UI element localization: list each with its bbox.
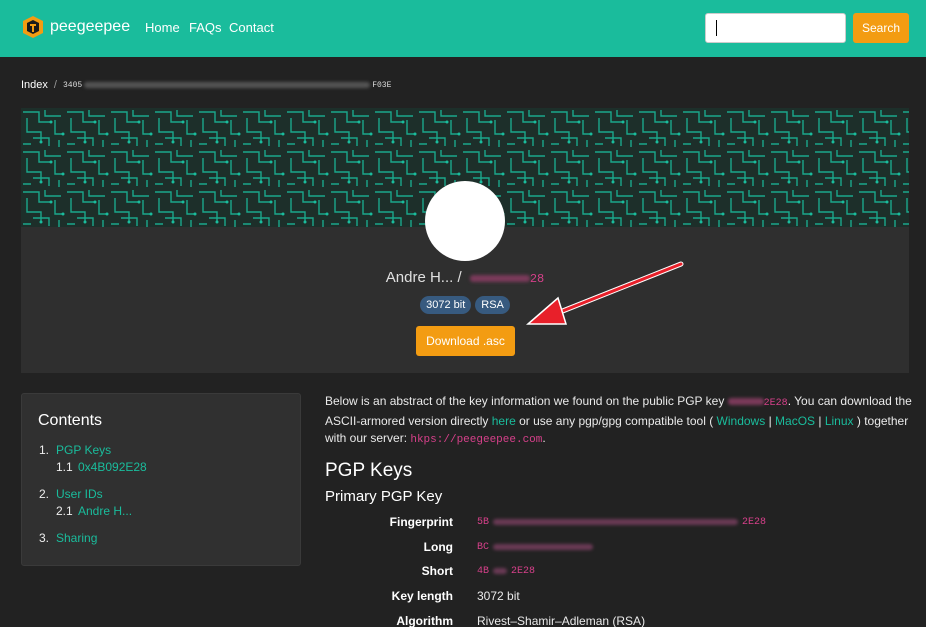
nav-faqs-link[interactable]: FAQs: [189, 20, 222, 35]
key-info-row: Short 4B 2E28: [325, 564, 925, 578]
toc-link-sharing[interactable]: Sharing: [56, 531, 97, 545]
nav-home-link[interactable]: Home: [145, 20, 180, 35]
redacted-text: [493, 519, 739, 525]
fingerprint-end: 2E28: [742, 516, 767, 528]
breadcrumb-current-id: 3405 F03E: [63, 81, 391, 90]
toc-number: 2.1: [56, 503, 73, 518]
short-id-start: 4B: [477, 565, 490, 577]
key-info-row: Key length 3072 bit: [325, 589, 925, 603]
toc-item: 2. User IDs: [39, 485, 147, 502]
key-info-row: Long BC: [325, 540, 925, 554]
short-id-value: 4B 2E28: [477, 566, 535, 577]
key-badges: 3072 bit RSA: [21, 296, 909, 314]
redacted-text: [493, 568, 508, 574]
intro-paragraph: Below is an abstract of the key informat…: [325, 393, 915, 450]
link-separator: |: [765, 413, 776, 428]
toc-list: 1. PGP Keys 1.1 0x4B092E28 2. User IDs 2…: [39, 441, 147, 546]
redacted-text: [727, 398, 764, 406]
intro-text: or use any pgp/gpg compatible tool (: [515, 413, 717, 428]
linux-link[interactable]: Linux: [825, 414, 854, 428]
key-info-row: Fingerprint 5B 2E28: [325, 515, 925, 529]
download-asc-button[interactable]: Download .asc: [416, 326, 515, 356]
breadcrumb: Index / 3405 F03E: [21, 79, 391, 91]
table-of-contents: Contents 1. PGP Keys 1.1 0x4B092E28 2. U…: [21, 393, 301, 566]
nav-contact-link[interactable]: Contact: [229, 20, 274, 35]
fingerprint-value: 5B 2E28: [477, 517, 766, 528]
pgp-keys-heading: PGP Keys: [325, 460, 413, 481]
navbar: peegeepee Home FAQs Contact Search: [0, 0, 926, 57]
breadcrumb-index-link[interactable]: Index: [21, 79, 48, 91]
key-owner-name: Andre H... /: [385, 269, 462, 286]
toc-number: 3.: [39, 530, 50, 545]
fingerprint-start: 5B: [477, 516, 490, 528]
toc-link-user-name[interactable]: Andre H...: [78, 504, 132, 518]
intro-text: Below is an abstract of the key informat…: [325, 394, 728, 408]
download-here-link[interactable]: here: [492, 414, 516, 428]
intro-text: .: [542, 431, 546, 445]
key-length-value: 3072 bit: [477, 589, 520, 603]
toc-number: 1.: [39, 442, 50, 457]
long-id-value: BC: [477, 542, 597, 553]
toc-link-user-ids[interactable]: User IDs: [56, 487, 103, 501]
toc-subitem: 2.1 Andre H...: [39, 502, 147, 519]
toc-subitem: 1.1 0x4B092E28: [39, 458, 147, 475]
avatar: [425, 181, 505, 261]
server-address: hkps://peegeepee.com: [410, 434, 543, 446]
toc-item: 1. PGP Keys: [39, 441, 147, 458]
key-header-card: Andre H... / 28 3072 bit RSA Download .a…: [21, 108, 909, 373]
windows-link[interactable]: Windows: [717, 414, 766, 428]
text-caret: [716, 20, 717, 36]
toc-number: 1.1: [56, 459, 73, 474]
contents-title: Contents: [38, 412, 103, 429]
algorithm-badge: RSA: [475, 296, 510, 314]
search-input[interactable]: [705, 13, 846, 43]
key-length-label: Key length: [391, 589, 453, 603]
brand-name: peegeepee: [50, 18, 131, 35]
breadcrumb-id-end: F03E: [372, 80, 392, 90]
fingerprint-label: Fingerprint: [389, 515, 453, 529]
toc-link-key-id[interactable]: 0x4B092E28: [78, 460, 147, 474]
key-info-row: Algorithm Rivest–Shamir–Adleman (RSA): [325, 614, 925, 627]
annotation-arrow: [525, 261, 684, 325]
key-length-badge: 3072 bit: [420, 296, 472, 314]
link-separator: |: [815, 413, 825, 428]
toc-number: 2.: [39, 486, 50, 501]
short-id-end: 2E28: [511, 565, 536, 577]
toc-item: 3. Sharing: [39, 529, 147, 546]
breadcrumb-id-start: 3405: [62, 80, 83, 90]
short-id-label: Short: [421, 564, 453, 578]
toc-link-pgp-keys[interactable]: PGP Keys: [56, 443, 111, 457]
algorithm-label: Algorithm: [396, 614, 453, 627]
brand-logo-icon: [23, 16, 43, 38]
breadcrumb-separator: /: [53, 79, 57, 91]
intro-key-id: 2E28: [763, 398, 788, 409]
search-button[interactable]: Search: [853, 13, 909, 43]
redacted-text: [84, 82, 371, 88]
algorithm-value: Rivest–Shamir–Adleman (RSA): [477, 614, 646, 627]
primary-key-heading: Primary PGP Key: [325, 488, 443, 505]
long-id-start: BC: [477, 541, 490, 553]
macos-link[interactable]: MacOS: [775, 414, 815, 428]
redacted-text: [493, 544, 594, 550]
long-id-label: Long: [423, 540, 453, 554]
key-owner-title: Andre H... / 28: [21, 269, 909, 286]
brand[interactable]: peegeepee: [22, 15, 130, 39]
